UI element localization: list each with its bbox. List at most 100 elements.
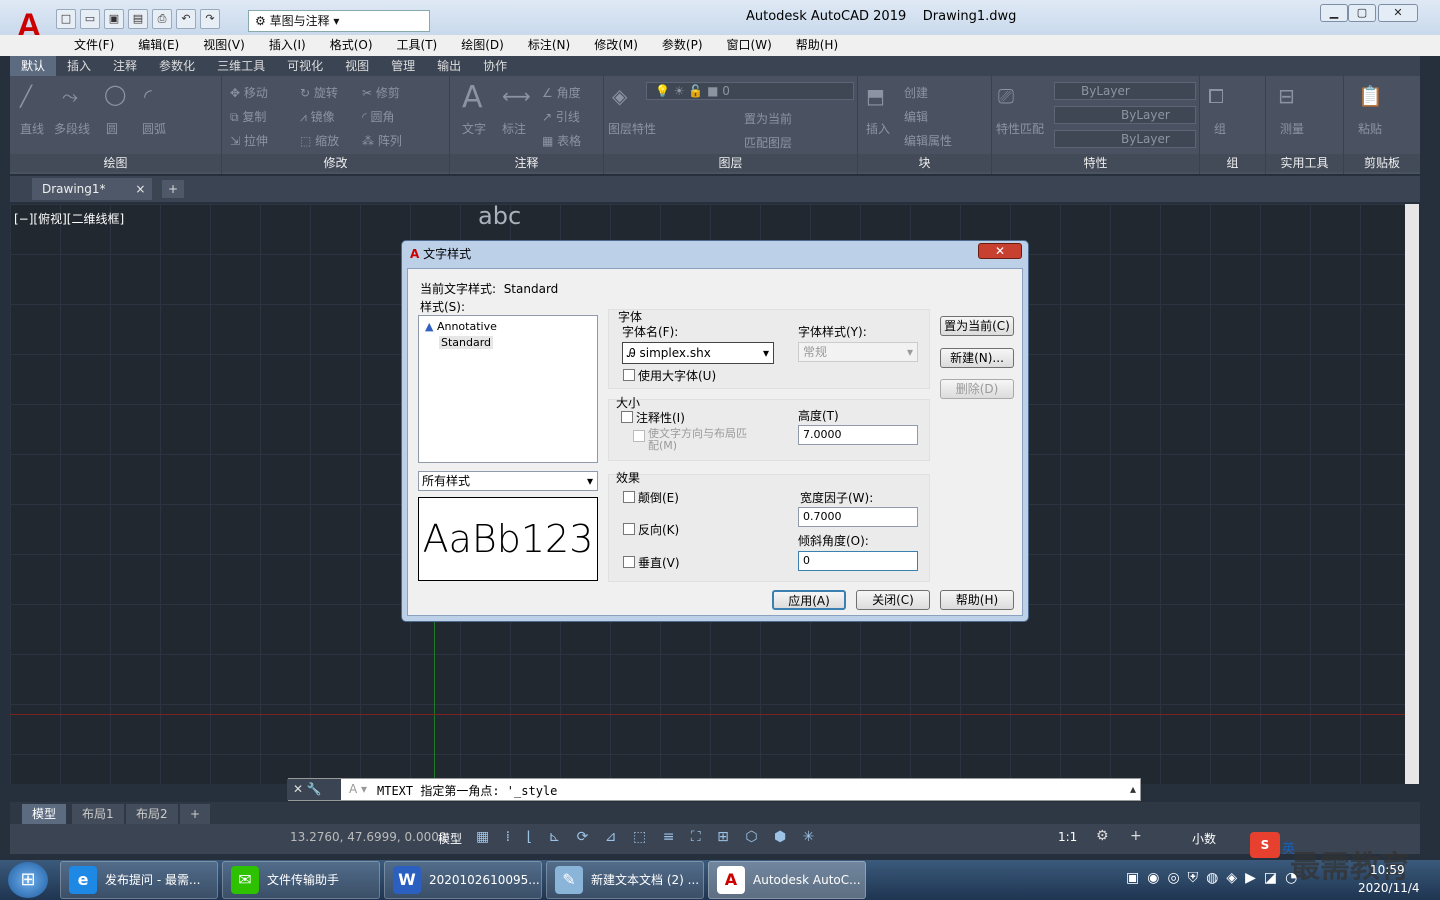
- width-factor-input[interactable]: 0.7000: [798, 507, 918, 527]
- command-line[interactable]: ✕ 🔧 A ▾ MTEXT 指定第一角点: '_style ▴: [287, 778, 1141, 801]
- tab-parametric[interactable]: 参数化: [148, 56, 206, 76]
- group-icon[interactable]: ⧠: [1208, 84, 1224, 108]
- backwards-checkbox[interactable]: [623, 523, 635, 535]
- chevron-up-icon[interactable]: ▴: [1130, 782, 1136, 796]
- move-tool[interactable]: ✥ 移动: [230, 84, 268, 101]
- panel-properties-label[interactable]: 特性: [992, 154, 1199, 172]
- oblique-angle-input[interactable]: 0: [798, 551, 918, 571]
- set-current-button[interactable]: 置为当前(C): [940, 316, 1014, 336]
- undo-icon[interactable]: ↶: [176, 9, 196, 29]
- taskbar-item-browser[interactable]: e 发布提问 - 最需...: [60, 861, 218, 899]
- tab-annotate[interactable]: 注释: [102, 56, 148, 76]
- redo-icon[interactable]: ↷: [200, 9, 220, 29]
- menu-edit[interactable]: 编辑(E): [126, 35, 191, 56]
- rotate-tool[interactable]: ↻ 旋转: [300, 84, 338, 101]
- taskbar-item-notepad[interactable]: ✎ 新建文本文档 (2) ...: [546, 861, 704, 899]
- angle-tool[interactable]: ∠ 角度: [542, 84, 581, 101]
- gear-icon[interactable]: ⚙: [1096, 828, 1109, 844]
- scale-tool[interactable]: ⬚ 缩放: [300, 132, 339, 149]
- menu-window[interactable]: 窗口(W): [715, 35, 784, 56]
- clock-date[interactable]: 2020/11/4: [1358, 881, 1420, 895]
- maximize-button[interactable]: ▢: [1348, 4, 1376, 22]
- units-dropdown[interactable]: 小数: [1192, 830, 1216, 847]
- edit-block[interactable]: 编辑: [904, 108, 928, 125]
- upside-down-checkbox[interactable]: [623, 491, 635, 503]
- tab-3d-tools[interactable]: 三维工具: [206, 56, 276, 76]
- panel-draw-label[interactable]: 绘图: [10, 154, 221, 172]
- edit-attributes[interactable]: 编辑属性: [904, 132, 952, 149]
- layer-properties-icon[interactable]: ◈: [612, 84, 627, 108]
- new-style-button[interactable]: 新建(N)...: [940, 348, 1014, 368]
- paste-icon[interactable]: 📋: [1358, 84, 1383, 108]
- annotation-scale[interactable]: 1:1: [1058, 830, 1077, 844]
- clock-time[interactable]: 10:59: [1370, 863, 1405, 877]
- tab-view[interactable]: 视图: [334, 56, 380, 76]
- menu-format[interactable]: 格式(O): [318, 35, 385, 56]
- trim-tool[interactable]: ✂ 修剪: [362, 84, 400, 101]
- dialog-close-button[interactable]: ✕: [978, 243, 1022, 259]
- style-item-standard[interactable]: Standard: [439, 336, 494, 349]
- viewport-controls[interactable]: [−][俯视][二维线框]: [14, 210, 124, 227]
- sogou-icon[interactable]: S: [1250, 832, 1280, 858]
- stretch-tool[interactable]: ⇲ 拉伸: [230, 132, 268, 149]
- create-block[interactable]: 创建: [904, 84, 928, 101]
- vertical-checkbox[interactable]: [623, 556, 635, 568]
- annotative-checkbox[interactable]: [621, 411, 633, 423]
- line-icon[interactable]: ╱: [20, 84, 32, 108]
- panel-groups-label[interactable]: 组: [1200, 154, 1265, 172]
- tab-visualize[interactable]: 可视化: [276, 56, 334, 76]
- style-filter-dropdown[interactable]: 所有样式 ▾: [418, 471, 598, 491]
- add-layout-button[interactable]: +: [180, 804, 211, 824]
- measure-icon[interactable]: ⊟: [1278, 84, 1295, 108]
- plus-icon[interactable]: +: [1130, 828, 1142, 844]
- style-item-annotative[interactable]: ▲ Annotative: [425, 320, 497, 333]
- panel-annotation-label[interactable]: 注释: [450, 154, 603, 172]
- font-style-dropdown[interactable]: 常规 ▾: [798, 342, 918, 362]
- menu-parametric[interactable]: 参数(P): [650, 35, 715, 56]
- menu-insert[interactable]: 插入(I): [257, 35, 318, 56]
- open-file-icon[interactable]: ▭: [80, 9, 100, 29]
- taskbar-item-autocad[interactable]: A Autodesk AutoC...: [708, 861, 866, 899]
- close-icon[interactable]: ✕: [293, 782, 303, 796]
- match-properties-icon[interactable]: ⎚: [998, 84, 1014, 108]
- panel-clipboard-label[interactable]: 剪贴板: [1344, 154, 1420, 172]
- taskbar-item-wechat[interactable]: ✉ 文件传输助手: [222, 861, 380, 899]
- panel-layers-label[interactable]: 图层: [604, 154, 857, 172]
- copy-tool[interactable]: ⧉ 复制: [230, 108, 266, 125]
- workspace-dropdown[interactable]: ⚙ 草图与注释 ▾: [248, 10, 430, 32]
- match-orientation-checkbox[interactable]: [633, 430, 645, 442]
- new-file-icon[interactable]: □: [56, 9, 76, 29]
- close-button[interactable]: ✕: [1378, 4, 1418, 22]
- panel-block-label[interactable]: 块: [858, 154, 991, 172]
- array-tool[interactable]: ⁂ 阵列: [362, 132, 402, 149]
- wrench-icon[interactable]: 🔧: [307, 782, 322, 796]
- menu-help[interactable]: 帮助(H): [784, 35, 850, 56]
- print-icon[interactable]: ⎙: [152, 9, 172, 29]
- model-space-button[interactable]: 模型: [438, 830, 462, 847]
- tab-layout2[interactable]: 布局2: [126, 804, 178, 824]
- close-dialog-button[interactable]: 关闭(C): [856, 590, 930, 610]
- height-input[interactable]: 7.0000: [798, 425, 918, 445]
- minimize-button[interactable]: ▁: [1320, 4, 1348, 22]
- menu-tools[interactable]: 工具(T): [385, 35, 450, 56]
- save-icon[interactable]: ▣: [104, 9, 124, 29]
- taskbar-item-document[interactable]: W 2020102610095...: [384, 861, 542, 899]
- table-tool[interactable]: ▦ 表格: [542, 132, 581, 149]
- new-tab-button[interactable]: +: [162, 180, 184, 198]
- circle-icon[interactable]: ◯: [104, 82, 126, 106]
- system-tray-icons[interactable]: ▣◉◎⛨◍◈▶◪◔: [1126, 870, 1305, 886]
- layer-dropdown[interactable]: 💡 ☀ 🔓 ■ 0: [646, 82, 854, 100]
- font-name-dropdown[interactable]: Ꭿ simplex.shx ▾: [622, 342, 774, 364]
- tab-collaborate[interactable]: 协作: [472, 56, 518, 76]
- tab-model[interactable]: 模型: [22, 804, 67, 824]
- lineweight-dropdown[interactable]: ByLayer: [1054, 130, 1196, 148]
- panel-utilities-label[interactable]: 实用工具: [1266, 154, 1343, 172]
- drafting-toggles[interactable]: ▦ ⁞ ⌊ ⊾ ⟳ ⊿ ⬚ ≡ ⛶ ⊞ ⬡ ⬢ ✳: [476, 829, 820, 845]
- styles-list[interactable]: ▲ Annotative Standard: [418, 315, 598, 463]
- fillet-tool[interactable]: ◜ 圆角: [362, 108, 394, 125]
- menu-file[interactable]: 文件(F): [62, 35, 126, 56]
- match-layer[interactable]: 匹配图层: [744, 134, 792, 151]
- linetype-dropdown[interactable]: ByLayer: [1054, 106, 1196, 124]
- help-button[interactable]: 帮助(H): [940, 590, 1014, 610]
- text-icon[interactable]: A: [462, 80, 483, 115]
